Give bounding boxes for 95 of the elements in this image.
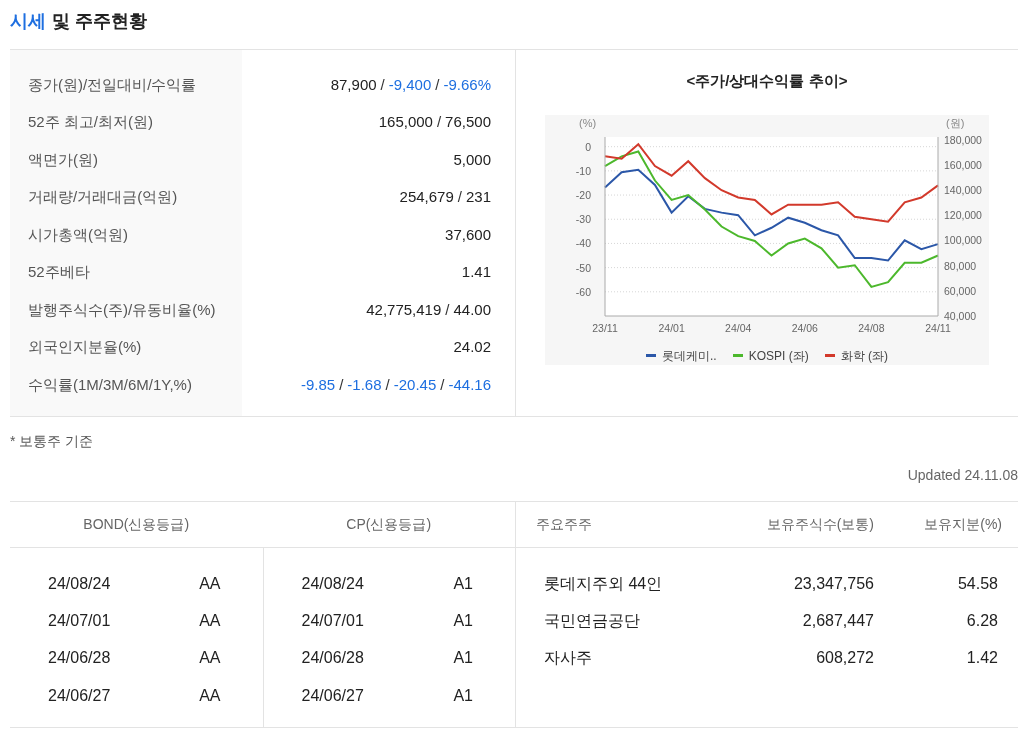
chart-title: <주가/상대수익률 추이> xyxy=(686,71,848,91)
holder-shares: 2,687,447 xyxy=(801,610,874,631)
footnote: * 보통주 기준 xyxy=(10,431,94,451)
axis-unit-label: (%) xyxy=(579,116,597,129)
x-axis-label: 24/04 xyxy=(725,321,752,334)
y-axis-label: 160,000 xyxy=(944,158,982,171)
rating-grade: AA xyxy=(199,610,221,631)
row-value: -9,400 xyxy=(388,74,432,95)
y-axis-label: 80,000 xyxy=(944,259,977,272)
separator: / xyxy=(434,74,441,95)
rating-grade: AA xyxy=(199,648,221,669)
rating-date: 24/08/24 xyxy=(301,573,364,594)
rating-grade: A1 xyxy=(453,573,473,594)
holder-shares: 608,272 xyxy=(815,648,874,669)
rating-grade: AA xyxy=(199,685,221,706)
holder-name: 국민연금공단 xyxy=(544,610,641,631)
updated-date: Updated 24.11.08 xyxy=(907,466,1018,485)
y-axis-label: -30 xyxy=(575,212,591,225)
x-axis-label: 24/08 xyxy=(858,321,885,334)
x-axis-label: 24/01 xyxy=(658,321,685,334)
separator: / xyxy=(439,374,446,395)
legend-label: 롯데케미.. xyxy=(662,347,717,365)
row-label: 거래량/거래대금(억원) xyxy=(27,187,179,207)
row-value: 254,679 xyxy=(399,187,454,207)
row-value: 231 xyxy=(465,187,491,207)
column-header: 주요주주 xyxy=(536,515,593,534)
holder-stake: 1.42 xyxy=(965,648,998,669)
y-axis-label: 180,000 xyxy=(944,133,982,145)
y-axis-label: -60 xyxy=(575,285,591,298)
rating-grade: A1 xyxy=(453,648,473,669)
separator: / xyxy=(379,74,386,95)
row-value: -1.68 xyxy=(347,374,382,395)
holder-name: 자사주 xyxy=(544,648,593,669)
holder-shares: 23,347,756 xyxy=(792,573,874,594)
row-value: 37,600 xyxy=(445,224,491,245)
y-axis-label: 100,000 xyxy=(944,233,982,246)
holder-name: 롯데지주외 44인 xyxy=(544,573,664,594)
y-axis-label: -40 xyxy=(575,236,591,249)
y-axis-label: -50 xyxy=(575,261,591,274)
row-value: 1.41 xyxy=(461,262,491,282)
row-value: -9.66% xyxy=(443,74,491,95)
y-axis-label: 40,000 xyxy=(944,309,977,322)
column-header: BOND(신용등급) xyxy=(83,515,190,534)
rating-date: 24/08/24 xyxy=(48,573,111,594)
x-axis-label: 24/11 xyxy=(925,321,951,334)
row-value: 87,900 xyxy=(330,74,377,95)
separator: / xyxy=(384,374,391,395)
column-header: 보유주식수(보통) xyxy=(765,515,874,534)
row-value: 5,000 xyxy=(453,149,491,170)
separator: / xyxy=(444,299,451,320)
row-label: 발행주식수(주)/유동비율(%) xyxy=(27,299,217,320)
row-value: 24.02 xyxy=(453,337,491,357)
x-axis-label: 24/06 xyxy=(791,321,818,334)
y-axis-label: 120,000 xyxy=(944,208,982,221)
y-axis-label: 140,000 xyxy=(944,183,982,196)
holder-stake: 6.28 xyxy=(965,610,998,631)
y-axis-label: 0 xyxy=(585,140,591,153)
row-value: 42,775,419 xyxy=(366,299,442,320)
row-value: -9.85 xyxy=(301,374,336,395)
rating-date: 24/06/28 xyxy=(48,648,111,669)
legend-label: KOSPI (좌) xyxy=(748,347,809,365)
row-label: 수익률(1M/3M/6M/1Y,%) xyxy=(27,374,193,395)
row-label: 52주베타 xyxy=(27,262,91,282)
separator: / xyxy=(456,187,463,207)
row-value: -44.16 xyxy=(448,374,491,395)
row-value: 44.00 xyxy=(453,299,491,320)
legend-label: 화학 (좌) xyxy=(840,347,888,365)
section-title: 및 주주현황 xyxy=(52,10,147,33)
row-value: 76,500 xyxy=(445,112,491,132)
rating-date: 24/06/27 xyxy=(301,685,364,706)
x-axis-label: 23/11 xyxy=(592,321,618,334)
y-axis-label: 60,000 xyxy=(944,284,977,297)
row-label: 액면가(원) xyxy=(27,149,99,170)
row-value: 165,000 xyxy=(378,112,433,132)
separator: / xyxy=(435,112,443,132)
rating-grade: A1 xyxy=(453,685,473,706)
rating-date: 24/07/01 xyxy=(301,610,364,631)
holder-stake: 54.58 xyxy=(956,573,998,594)
row-label: 종가(원)/전일대비/수익률 xyxy=(27,74,198,95)
row-value: -20.45 xyxy=(393,374,437,395)
y-axis-label: -10 xyxy=(575,164,591,177)
rating-grade: A1 xyxy=(453,610,473,631)
column-header: CP(신용등급) xyxy=(346,515,432,534)
y-axis-label: -20 xyxy=(575,188,591,201)
separator: / xyxy=(338,374,345,395)
rating-date: 24/06/28 xyxy=(301,648,364,669)
rating-date: 24/06/27 xyxy=(48,685,111,706)
rating-grade: AA xyxy=(199,573,221,594)
row-label: 시가총액(억원) xyxy=(27,224,129,245)
row-label: 외국인지분율(%) xyxy=(27,337,143,357)
rating-date: 24/07/01 xyxy=(48,610,111,631)
axis-unit-label: (원) xyxy=(946,116,965,129)
column-header: 보유지분(%) xyxy=(923,515,1002,534)
row-label: 52주 최고/최저(원) xyxy=(27,112,154,132)
section-title-accent: 시세 xyxy=(10,10,46,33)
